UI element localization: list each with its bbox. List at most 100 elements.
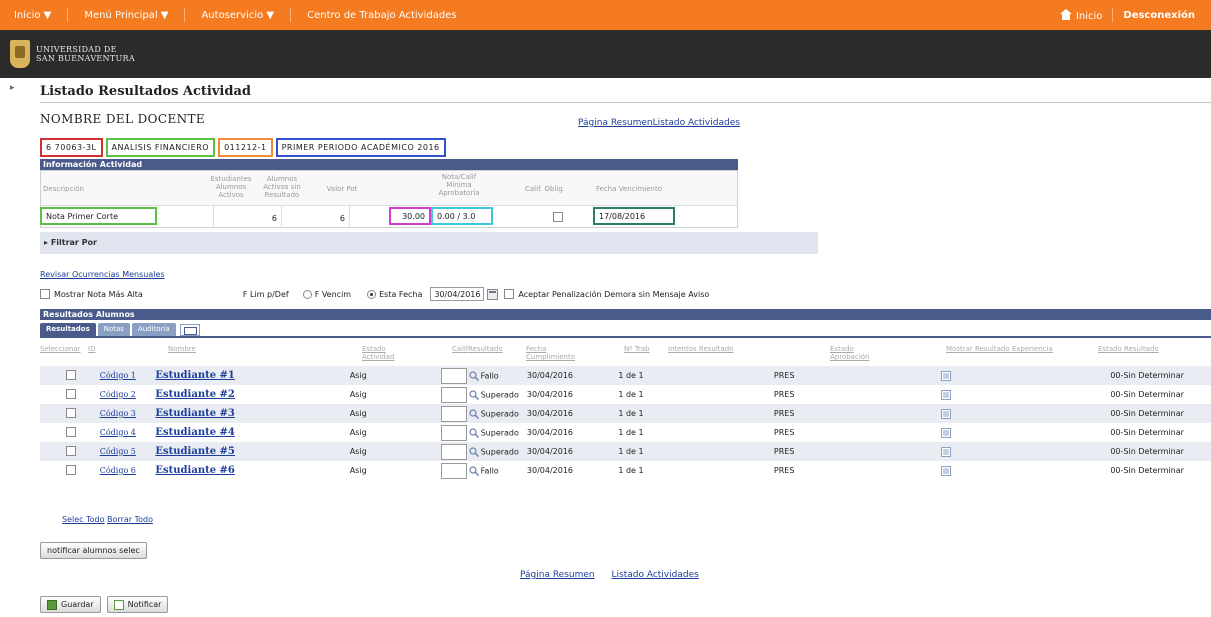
row-select-checkbox[interactable] <box>66 369 76 380</box>
fecha-input[interactable]: 30/04/2016 <box>430 287 485 301</box>
intentos-cell: 1 de 1 <box>618 371 644 380</box>
search-icon[interactable] <box>468 389 479 400</box>
calif-input[interactable] <box>440 405 467 422</box>
nav-item-menu-principal[interactable]: Menú Principal ▼ <box>70 10 182 21</box>
resultado-cell: Fallo <box>480 466 499 475</box>
estado-resultado-cell: 00-Sin Determinar <box>1110 390 1184 399</box>
row-select-checkbox[interactable] <box>66 464 76 475</box>
fvenc-radio[interactable] <box>302 289 312 299</box>
search-icon[interactable] <box>468 427 479 438</box>
student-code-link[interactable]: Código 2 <box>100 390 136 399</box>
row-select-checkbox[interactable] <box>66 407 76 418</box>
search-icon[interactable] <box>468 446 479 457</box>
guardar-button[interactable]: Guardar <box>40 596 101 613</box>
col-calif[interactable]: Calif <box>452 345 468 353</box>
borrar-todo-link[interactable]: Borrar Todo <box>107 515 153 524</box>
student-code-link[interactable]: Código 3 <box>100 409 136 418</box>
brand-header: UNIVERSIDAD DE SAN BUENAVENTURA <box>0 30 1211 78</box>
student-name-link[interactable]: Estudiante #3 <box>155 408 234 419</box>
nav-divider <box>290 8 292 22</box>
fecha-venc-value: 17/08/2016 <box>593 207 675 225</box>
search-icon[interactable] <box>468 370 479 381</box>
pagina-resumen-bottom-link[interactable]: Página Resumen <box>520 570 595 580</box>
bottom-links: Página Resumen Listado Actividades <box>520 570 699 580</box>
intentos-cell: 1 de 1 <box>618 390 644 399</box>
calif-input[interactable] <box>440 424 467 441</box>
table-row: Código 6 Estudiante #6 Asig Fallo 30/04/2016… <box>40 461 1211 480</box>
student-name-link[interactable]: Estudiante #2 <box>155 389 234 400</box>
calif-input[interactable] <box>440 367 467 384</box>
list-icon[interactable] <box>940 446 951 457</box>
row-select-checkbox[interactable] <box>66 426 76 437</box>
student-code-link[interactable]: Código 6 <box>100 466 136 475</box>
list-icon[interactable] <box>940 465 951 476</box>
col-seleccionar[interactable]: Seleccionar <box>40 345 81 353</box>
esta-fecha-radio[interactable] <box>367 289 377 299</box>
calif-input[interactable] <box>440 386 467 403</box>
notificar-selec-button[interactable]: notificar alumnos selec <box>40 542 147 559</box>
notificar-button[interactable]: Notificar <box>106 596 169 613</box>
tab-resultados[interactable]: Resultados <box>40 323 96 336</box>
select-links: Selec Todo Borrar Todo <box>62 515 153 524</box>
col-resultado[interactable]: Resultado <box>468 345 503 353</box>
col-id[interactable]: ID <box>88 345 95 353</box>
student-name-link[interactable]: Estudiante #4 <box>155 427 234 438</box>
info-col-minima: Nota/Calif Mínima Aprobatoria <box>438 173 480 197</box>
col-nombre[interactable]: Nombre <box>168 345 196 353</box>
col-estado-actividad[interactable]: Estado Actividad <box>362 345 402 361</box>
selec-todo-link[interactable]: Selec Todo <box>62 515 104 524</box>
student-name-link[interactable]: Estudiante #5 <box>155 446 234 457</box>
calendar-icon[interactable] <box>487 288 499 300</box>
listado-actividades-link[interactable]: Listado Actividades <box>653 118 740 128</box>
search-icon[interactable] <box>468 408 479 419</box>
descripcion-value: Nota Primer Corte <box>40 207 157 225</box>
student-code-link[interactable]: Código 5 <box>100 447 136 456</box>
results-divider <box>40 336 1211 338</box>
calif-oblig-checkbox[interactable] <box>553 212 563 222</box>
revisar-ocurrencias-link[interactable]: Revisar Ocurrencias Mensuales <box>40 270 165 279</box>
col-intentos[interactable]: Intentos Resultado <box>668 345 734 353</box>
student-code-link[interactable]: Código 1 <box>100 371 136 380</box>
save-icon <box>47 599 57 610</box>
filtrar-por-bar[interactable]: ▸ Filtrar Por <box>40 232 818 254</box>
nav-item-centro-trabajo[interactable]: Centro de Trabajo Actividades <box>293 10 470 21</box>
list-icon[interactable] <box>940 408 951 419</box>
col-num-trab[interactable]: Nº Trab <box>624 345 650 353</box>
row-select-checkbox[interactable] <box>66 388 76 399</box>
student-name-link[interactable]: Estudiante #1 <box>155 370 234 381</box>
student-code-link[interactable]: Código 4 <box>100 428 136 437</box>
cell-divider <box>213 206 214 228</box>
listado-actividades-bottom-link[interactable]: Listado Actividades <box>612 570 699 580</box>
info-col-descripcion: Descripción <box>43 185 84 193</box>
table-row: Código 1 Estudiante #1 Asig Fallo 30/04/2016… <box>40 366 1211 385</box>
intentos-cell: 1 de 1 <box>618 409 644 418</box>
nav-item-inicio[interactable]: Inicio ▼ <box>0 10 65 21</box>
col-estado-resultado[interactable]: Estado Resultado <box>1098 345 1159 353</box>
list-icon[interactable] <box>940 389 951 400</box>
col-fecha-cumplimiento[interactable]: Fecha Cumplimiento <box>526 345 584 361</box>
tab-auditoria[interactable]: Auditoría <box>131 323 176 336</box>
home-link[interactable]: Inicio <box>1052 8 1110 22</box>
nav-item-autoservicio[interactable]: Autoservicio ▼ <box>187 10 288 21</box>
estado-resultado-cell: 00-Sin Determinar <box>1110 428 1184 437</box>
tab-notas[interactable]: Notas <box>97 323 130 336</box>
docente-name: NOMBRE DEL DOCENTE <box>40 112 206 126</box>
collapse-arrow-icon[interactable]: ▸ <box>10 83 15 93</box>
list-icon[interactable] <box>940 370 951 381</box>
row-select-checkbox[interactable] <box>66 445 76 456</box>
mostrar-nota-checkbox[interactable] <box>40 289 50 299</box>
col-estado-aprobacion[interactable]: Estado Aprobación <box>830 345 890 361</box>
aceptar-penalizacion-checkbox[interactable] <box>504 289 515 299</box>
calif-input[interactable] <box>440 462 467 479</box>
col-mostrar-resultado[interactable]: Mostrar Resultado Experiencia <box>946 345 1053 353</box>
estado-resultado-cell: 00-Sin Determinar <box>1110 409 1184 418</box>
student-name-link[interactable]: Estudiante #6 <box>155 465 234 476</box>
calif-input[interactable] <box>440 443 467 460</box>
cell-divider <box>281 206 282 228</box>
show-all-columns-icon[interactable] <box>179 324 200 336</box>
pagina-resumen-link[interactable]: Página Resumen <box>578 118 653 128</box>
logout-link[interactable]: Desconexión <box>1115 10 1203 21</box>
list-icon[interactable] <box>940 427 951 438</box>
search-icon[interactable] <box>468 465 479 476</box>
intentos-cell: 1 de 1 <box>618 466 644 475</box>
